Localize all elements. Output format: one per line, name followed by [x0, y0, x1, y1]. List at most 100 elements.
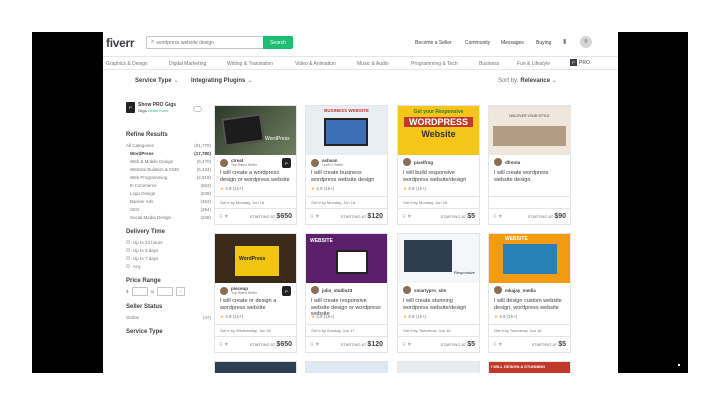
gig-title[interactable]: I will create wordpress website design: [494, 170, 568, 183]
sidebar: P Show PRO Gigs Gigs Learn more Refine R…: [126, 102, 211, 338]
gig-card[interactable]: [305, 361, 388, 373]
cat-business[interactable]: Business: [479, 61, 499, 67]
gig-rating: ★ 4.9 (1k+): [311, 314, 335, 319]
price-range: $ to ›: [126, 287, 211, 296]
seller-info: pixelfrog: [403, 158, 433, 166]
price-min-input[interactable]: [131, 287, 148, 296]
gig-image[interactable]: WEBSITE: [489, 234, 570, 283]
delivery-option[interactable]: Any: [126, 262, 211, 270]
integrating-plugins-filter[interactable]: Integrating Plugins ⌄: [191, 77, 252, 84]
gig-card[interactable]: UNCOVER YOUR STYLE dfrenta I will create…: [488, 105, 571, 225]
gig-image[interactable]: [398, 362, 479, 373]
refine-category-item[interactable]: Logo Design (539): [126, 189, 211, 197]
pro-link[interactable]: P PRO: [570, 59, 590, 66]
delivery-option[interactable]: Up to 7 days: [126, 254, 211, 262]
seller-online-option[interactable]: Online (47): [126, 313, 211, 321]
heart-icon[interactable]: ♥: [499, 342, 505, 348]
gig-title[interactable]: I will create a wordpress design or word…: [220, 170, 294, 183]
learn-more-link[interactable]: Learn more: [148, 108, 168, 113]
seller-name[interactable]: julio_studio23: [322, 288, 352, 293]
heart-icon[interactable]: ♥: [408, 342, 414, 348]
search-button[interactable]: Search: [263, 36, 293, 49]
gig-card[interactable]: [214, 361, 297, 373]
seller-name[interactable]: dfrenta: [505, 160, 520, 165]
heart-icon[interactable]: ♥: [316, 214, 322, 220]
heart-icon[interactable]: ♥: [316, 342, 322, 348]
nav-become-seller[interactable]: Become a Seller: [415, 40, 452, 46]
delivery-option[interactable]: Up to 24 hours: [126, 238, 211, 246]
delivery-estimate: Get it by Tomorrow, Jun 16: [489, 324, 570, 336]
cat-lifestyle[interactable]: Fun & Lifestyle: [517, 61, 550, 67]
heart-icon[interactable]: ♥: [225, 214, 231, 220]
gig-card[interactable]: WEBSITE mkajay_media I will design custo…: [488, 233, 571, 353]
gig-image[interactable]: I WILL DESIGN A STUNNING: [489, 362, 570, 373]
service-type-filter[interactable]: Service Type ⌄: [135, 77, 179, 84]
refine-category-item[interactable]: E-Commerce (663): [126, 181, 211, 189]
corner-dot: [678, 364, 680, 366]
apply-price-button[interactable]: ›: [176, 287, 186, 296]
category-label: SEO: [130, 206, 140, 212]
nav-buying[interactable]: Buying: [536, 40, 551, 46]
gig-card[interactable]: WordPress ctreat Top Rated Seller P I wi…: [214, 105, 297, 225]
gig-title[interactable]: I will create business wordpress website…: [311, 170, 385, 183]
search-input[interactable]: [156, 39, 257, 46]
nav-community[interactable]: Community: [465, 40, 490, 46]
gig-card[interactable]: I WILL DESIGN A STUNNING: [488, 361, 571, 373]
cat-writing[interactable]: Writing & Translation: [227, 61, 273, 67]
stats-icon[interactable]: ▮: [563, 38, 566, 45]
cat-programming[interactable]: Programming & Tech: [411, 61, 458, 67]
gig-title[interactable]: I will design custom website design, wor…: [494, 298, 568, 311]
heart-icon[interactable]: ♥: [499, 214, 505, 220]
gig-card[interactable]: WEBSITE julio_studio23 I will create res…: [305, 233, 388, 353]
refine-category-item[interactable]: Website Builders & CMS (5,434): [126, 165, 211, 173]
refine-category-item[interactable]: Web Programming (2,819): [126, 173, 211, 181]
cat-digital-marketing[interactable]: Digital Marketing: [169, 61, 206, 67]
refine-category-item[interactable]: Banner Ads (463): [126, 197, 211, 205]
gig-image[interactable]: WEBSITE: [306, 234, 387, 283]
seller-name[interactable]: mkajay_media: [505, 288, 536, 293]
price-max-input[interactable]: [157, 287, 174, 296]
gig-title[interactable]: I will build responsive wordpress websit…: [403, 170, 477, 183]
gig-image[interactable]: Get your Responsive WORDPRESS Website: [398, 106, 479, 155]
gig-card[interactable]: BUSINESS WEBSITE ashsan Level 2 Seller I…: [305, 105, 388, 225]
fiverr-logo[interactable]: fiverr: [106, 36, 135, 50]
search-bar[interactable]: ⌕: [146, 36, 264, 49]
seller-name[interactable]: pixelfrog: [414, 160, 433, 165]
delivery-option[interactable]: Up to 3 days: [126, 246, 211, 254]
gig-image[interactable]: UNCOVER YOUR STYLE: [489, 106, 570, 155]
heart-icon[interactable]: ♥: [225, 342, 231, 348]
gig-price: STARTING AT $90: [527, 213, 566, 220]
gig-card[interactable]: Responsive smartypro_site I will create …: [397, 233, 480, 353]
gig-price: STARTING AT $120: [340, 213, 383, 220]
cat-music[interactable]: Music & Audio: [357, 61, 389, 67]
gig-image[interactable]: BUSINESS WEBSITE: [306, 106, 387, 155]
gig-image[interactable]: WordPress: [215, 106, 296, 155]
gig-price: STARTING AT $5: [531, 341, 566, 348]
avatar[interactable]: B: [580, 36, 592, 48]
refine-category-item[interactable]: All Categories (51,779): [126, 141, 211, 149]
delivery-title: Delivery Time: [126, 229, 165, 235]
gig-footer: ≡♥ STARTING AT $650: [215, 336, 296, 352]
gig-card[interactable]: [397, 361, 480, 373]
gig-card[interactable]: WordPress pieceup Top Rated Seller P I w…: [214, 233, 297, 353]
refine-category-item[interactable]: WordPress (17,780): [126, 149, 211, 157]
gig-title[interactable]: I will create or design a wordpress webs…: [220, 298, 294, 311]
refine-category-item[interactable]: SEO (294): [126, 205, 211, 213]
gig-image[interactable]: [306, 362, 387, 373]
sort-dropdown[interactable]: Sort by: Relevance ⌄: [498, 77, 557, 84]
heart-icon[interactable]: ♥: [408, 214, 414, 220]
refine-category-item[interactable]: Web & Mobile Design (9,470): [126, 157, 211, 165]
pro-toggle[interactable]: [193, 106, 202, 112]
nav-messages[interactable]: Messages: [501, 40, 524, 46]
gig-title[interactable]: I will create stunning wordpress website…: [403, 298, 477, 311]
seller-name[interactable]: smartypro_site: [414, 288, 446, 293]
gig-image[interactable]: [215, 362, 296, 373]
gig-card[interactable]: Get your Responsive WORDPRESS Website pixe…: [397, 105, 480, 225]
gig-image[interactable]: Responsive: [398, 234, 479, 283]
refine-category-item[interactable]: Social Media Design (248): [126, 213, 211, 221]
cat-graphics[interactable]: Graphics & Design: [106, 61, 148, 67]
image-text: Website: [421, 129, 456, 139]
gig-image[interactable]: WordPress: [215, 234, 296, 283]
category-count: (248): [200, 214, 211, 220]
cat-video[interactable]: Video & Animation: [295, 61, 336, 67]
